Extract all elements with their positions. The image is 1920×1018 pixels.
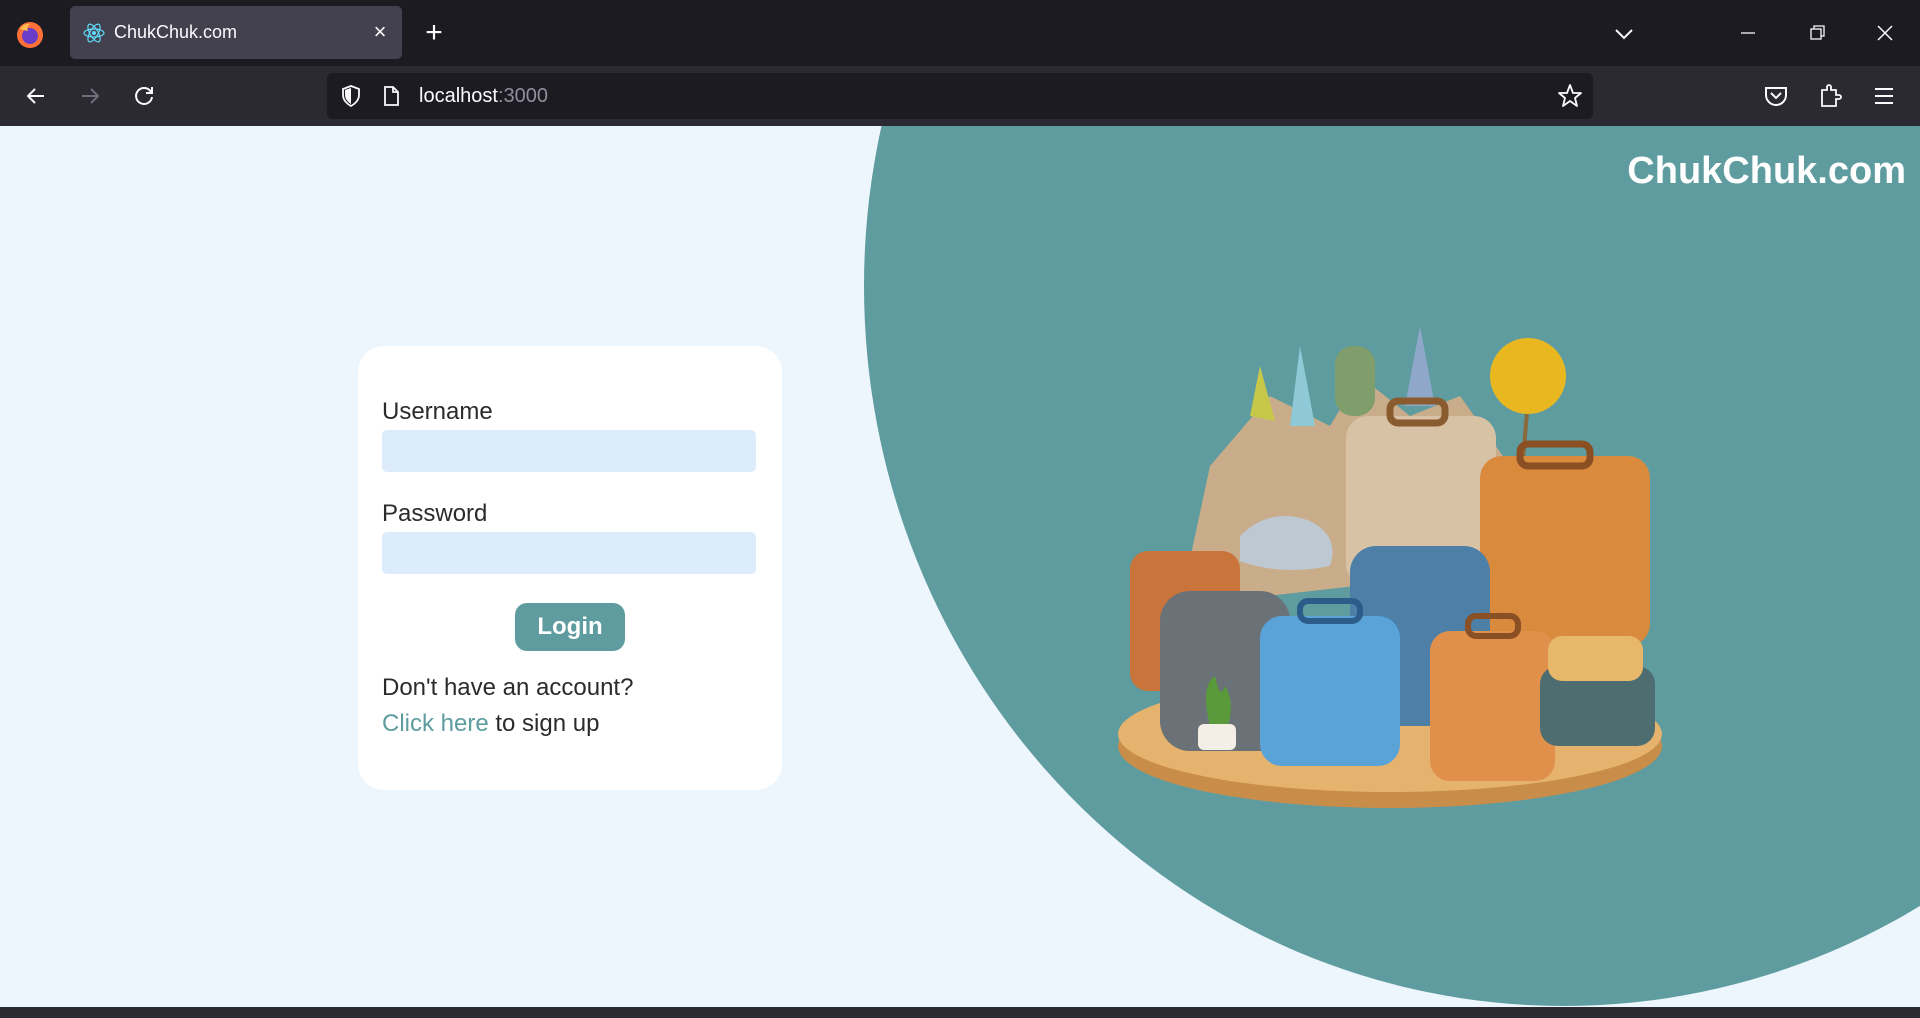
reload-icon[interactable] <box>128 80 160 112</box>
username-input[interactable] <box>382 430 756 472</box>
new-tab-icon[interactable]: + <box>418 18 450 50</box>
minimize-icon[interactable] <box>1730 16 1766 50</box>
address-bar[interactable]: localhost:3000 <box>327 73 1593 119</box>
pocket-icon[interactable] <box>1760 80 1792 112</box>
no-account-text: Don't have an account? <box>382 674 634 701</box>
extensions-icon[interactable] <box>1814 80 1846 112</box>
signup-link[interactable]: Click here <box>382 710 489 737</box>
menu-icon[interactable] <box>1868 80 1900 112</box>
page-icon[interactable] <box>379 84 403 108</box>
tab-bar: ChukChuk.com × + <box>0 0 1920 66</box>
react-icon <box>83 23 105 43</box>
url-port: :3000 <box>497 85 548 107</box>
firefox-icon[interactable] <box>14 19 46 51</box>
luggage-illustration <box>1118 326 1662 808</box>
page-viewport: ChukChuk.com Username Password Login Don… <box>0 126 1920 1007</box>
active-tab[interactable]: ChukChuk.com × <box>70 6 402 59</box>
url-host: localhost <box>419 85 498 107</box>
username-label: Username <box>382 398 493 425</box>
password-label: Password <box>382 500 488 527</box>
login-button[interactable]: Login <box>515 603 625 651</box>
close-window-icon[interactable] <box>1867 16 1903 50</box>
forward-icon[interactable] <box>74 80 106 112</box>
back-icon[interactable] <box>20 80 52 112</box>
signup-suffix-text: to sign up <box>488 710 600 737</box>
shield-icon[interactable] <box>339 84 363 108</box>
password-input[interactable] <box>382 532 756 574</box>
login-card: Username Password Login Don't have an ac… <box>358 346 782 790</box>
restore-icon[interactable] <box>1799 16 1835 50</box>
close-tab-icon[interactable]: × <box>368 20 392 44</box>
bookmark-star-icon[interactable] <box>1557 83 1583 109</box>
url-text[interactable]: localhost:3000 <box>419 85 548 108</box>
bottom-edge <box>0 1007 1920 1018</box>
navigation-toolbar: localhost:3000 <box>0 66 1920 126</box>
tab-title: ChukChuk.com <box>114 22 238 42</box>
signup-line: Click here to sign up <box>382 710 599 738</box>
list-all-tabs-icon[interactable] <box>1608 18 1640 50</box>
brand-logo-text: ChukChuk.com <box>1627 150 1906 192</box>
